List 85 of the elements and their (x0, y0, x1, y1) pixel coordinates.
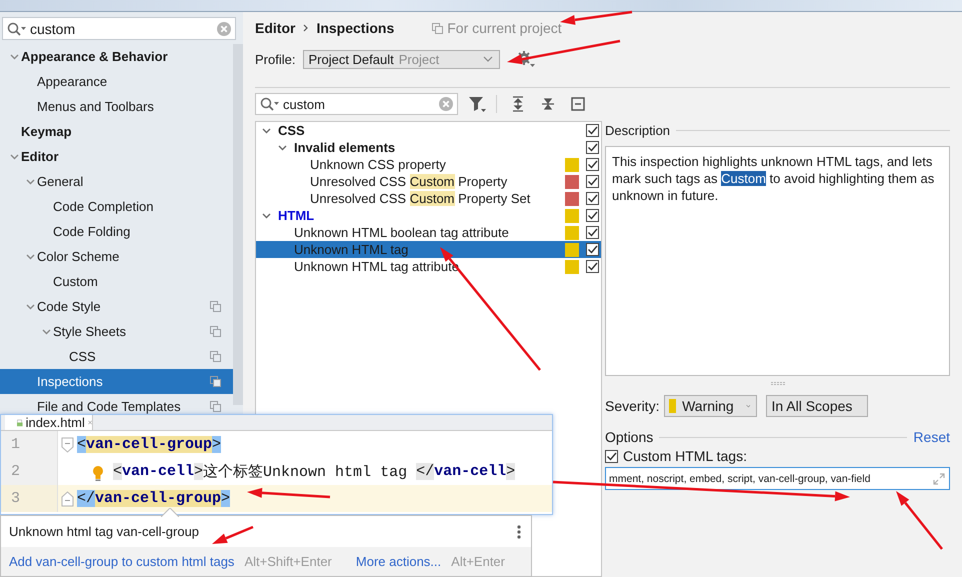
checkbox[interactable] (586, 260, 599, 273)
chevron-icon[interactable] (26, 252, 35, 261)
more-actions-link[interactable]: More actions... (356, 554, 442, 569)
search-field[interactable]: custom (255, 93, 458, 115)
inspection-item[interactable]: Unknown CSS property (256, 156, 601, 173)
chevron-icon[interactable] (278, 143, 287, 152)
inspection-item[interactable]: Unknown HTML boolean tag attribute (256, 224, 601, 241)
chevron-icon[interactable] (10, 52, 19, 61)
tags-field[interactable]: mment, noscript, embed, script, van-cell-group, van-field (605, 467, 950, 490)
sidebar-item[interactable]: Menus and Toolbars (0, 94, 233, 119)
copy-icon (432, 22, 444, 34)
description-text: This inspection highlights unknown HTML tags, and lets mark such tags as Custom to avoid highlighting them as unknown in future. (605, 146, 950, 376)
inspection-item[interactable]: Unresolved CSS Custom Property (256, 173, 601, 190)
sidebar-item[interactable]: Custom (0, 269, 233, 294)
checkbox[interactable] (586, 141, 599, 154)
sidebar-item[interactable]: CSS (0, 344, 233, 369)
checkbox[interactable] (605, 450, 618, 462)
inspection-item[interactable]: HTML (256, 207, 601, 224)
reset-link[interactable]: Reset (913, 429, 950, 445)
chevron-icon[interactable] (26, 302, 35, 311)
page-title: Inspections (316, 20, 394, 36)
chevron-icon[interactable] (42, 327, 51, 336)
section-title: Description (605, 122, 670, 138)
search-icon[interactable] (260, 97, 280, 111)
chevron-icon[interactable] (26, 177, 35, 186)
inspection-item[interactable]: CSS (256, 122, 601, 139)
sidebar-item[interactable]: Code Folding (0, 219, 233, 244)
collapse-icon[interactable] (571, 97, 585, 111)
code-line: <van-cell-group> (77, 435, 222, 455)
inspection-item[interactable]: Invalid elements (256, 139, 601, 156)
breadcrumb-item[interactable]: Editor (255, 20, 296, 36)
sidebar-item[interactable]: Inspections (0, 369, 233, 394)
dropdown-caret-icon (483, 56, 494, 62)
sidebar-item[interactable]: Style Sheets (0, 319, 233, 344)
checkbox[interactable] (586, 209, 599, 222)
shortcut-text: Alt+Shift+Enter (244, 554, 332, 569)
quick-fix-link[interactable]: Add van-cell-group to custom html tags (9, 554, 234, 569)
search-icon[interactable] (7, 22, 27, 36)
fold-marker-icon[interactable] (61, 436, 74, 452)
code-line: </van-cell-group> (77, 489, 230, 509)
dropdown-caret-icon (746, 403, 750, 409)
sidebar-item[interactable]: Color Scheme (0, 244, 233, 269)
line-number: 1 (1, 431, 58, 458)
profile-label: Profile: (255, 52, 296, 66)
checkbox[interactable] (586, 226, 599, 239)
annotation-arrow (896, 491, 943, 550)
hint-message: Unknown html tag van-cell-group (9, 524, 200, 539)
severity-label: Severity: (605, 398, 660, 414)
sidebar-item[interactable]: Code Style (0, 294, 233, 319)
line-number: 3 (1, 485, 58, 512)
search-field[interactable]: custom (2, 17, 236, 40)
code-line: <van-cell>这个标签Unknown html tag </van-cell> (77, 460, 516, 482)
scope-dropdown[interactable]: In All Scopes (766, 395, 868, 417)
filter-icon[interactable] (468, 96, 486, 112)
editor-tab[interactable]: index.html (5, 415, 93, 430)
checkbox[interactable] (586, 124, 599, 137)
inspection-item[interactable]: Unknown HTML tag (256, 241, 601, 258)
sidebar-item[interactable]: Appearance (0, 69, 233, 94)
collapse-all-icon[interactable] (541, 96, 555, 112)
severity-dropdown[interactable]: Warning (664, 395, 758, 417)
section-title: Options (605, 429, 654, 445)
sidebar-item[interactable]: General (0, 169, 233, 194)
checkbox-label: Custom HTML tags: (623, 448, 747, 464)
splitter-handle-icon[interactable] (770, 382, 784, 384)
fold-marker-icon[interactable] (61, 490, 74, 506)
profile-dropdown[interactable]: Project Default Project (303, 50, 500, 68)
inspection-item[interactable]: Unresolved CSS Custom Property Set (256, 190, 601, 207)
checkbox[interactable] (586, 243, 599, 256)
sidebar-item[interactable]: Keymap (0, 119, 233, 144)
checkbox[interactable] (586, 175, 599, 188)
line-number: 2 (1, 458, 58, 485)
expand-all-icon[interactable] (511, 96, 525, 112)
sidebar-item[interactable]: Editor (0, 144, 233, 169)
breadcrumb-separator-icon (303, 24, 308, 32)
chevron-icon[interactable] (262, 211, 271, 220)
more-options-icon[interactable] (517, 524, 521, 538)
chevron-icon[interactable] (262, 126, 271, 135)
sidebar-item[interactable]: Code Completion (0, 194, 233, 219)
shortcut-text: Alt+Enter (451, 554, 505, 569)
checkbox[interactable] (586, 192, 599, 205)
chevron-icon[interactable] (10, 152, 19, 161)
checkbox[interactable] (586, 158, 599, 171)
scope-note: For current project (447, 20, 562, 36)
annotation-arrow (212, 526, 254, 544)
sidebar-item[interactable]: Appearance & Behavior (0, 44, 233, 69)
